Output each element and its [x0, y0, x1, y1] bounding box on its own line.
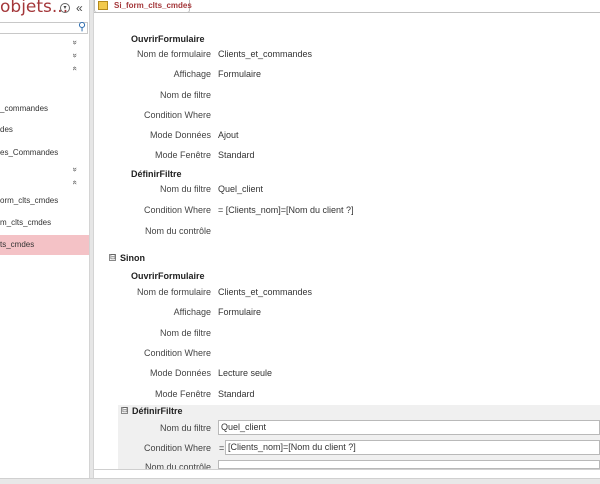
- arg-value[interactable]: Formulaire: [218, 307, 261, 317]
- collapse-group-icon[interactable]: «: [71, 180, 80, 184]
- access-window: objets... ▾ « ⚲ » » « _commandes des es_…: [0, 0, 600, 484]
- collapse-pane-icon[interactable]: «: [76, 1, 83, 15]
- arg-value[interactable]: Clients_et_commandes: [218, 287, 312, 297]
- arg-label: Mode Données: [149, 130, 211, 140]
- where-condition-field[interactable]: [Clients_nom]=[Nom du client ?]: [225, 440, 600, 455]
- arg-value[interactable]: Ajout: [218, 130, 239, 140]
- equals-sign: =: [219, 443, 225, 453]
- arg-value[interactable]: Quel_client: [218, 184, 263, 194]
- arg-label: Nom du filtre: [159, 184, 211, 194]
- nav-title[interactable]: objets...: [0, 0, 68, 17]
- nav-item-table[interactable]: _commandes: [0, 99, 89, 119]
- arg-label: Nom du contrôle: [144, 226, 211, 236]
- nav-item-macro-selected[interactable]: ts_cmdes: [0, 235, 89, 255]
- arg-value[interactable]: Standard: [218, 389, 255, 399]
- macro-icon: [98, 1, 108, 10]
- status-bar: [0, 478, 600, 484]
- arg-label: Condition Where: [143, 348, 211, 358]
- arg-value[interactable]: Formulaire: [218, 69, 261, 79]
- arg-label: Mode Données: [149, 368, 211, 378]
- navigation-pane: objets... ▾ « ⚲ » » « _commandes des es_…: [0, 0, 89, 484]
- nav-item-query[interactable]: es_Commandes: [0, 143, 89, 163]
- arg-label: Affichage: [173, 69, 211, 79]
- arg-value[interactable]: Standard: [218, 150, 255, 160]
- collapse-icon[interactable]: ⊟: [121, 407, 128, 414]
- collapse-group-icon[interactable]: «: [71, 66, 80, 70]
- tab-divider: [94, 12, 600, 13]
- collapse-icon[interactable]: ⊟: [109, 254, 116, 261]
- nav-item-table[interactable]: des: [0, 120, 89, 140]
- control-name-field[interactable]: [218, 460, 600, 469]
- arg-label: Condition Where: [143, 205, 211, 215]
- arg-label: Condition Where: [143, 110, 211, 120]
- chevron-down-icon[interactable]: ▾: [60, 3, 70, 13]
- nav-header: objets... ▾ «: [0, 0, 89, 18]
- scroll-edge: [94, 469, 600, 470]
- arg-label: Mode Fenêtre: [154, 389, 211, 399]
- arg-label: Nom de filtre: [159, 90, 211, 100]
- action-header[interactable]: OuvrirFormulaire: [131, 271, 205, 281]
- action-header[interactable]: DéfinirFiltre: [132, 406, 183, 416]
- arg-label: Nom du filtre: [159, 423, 211, 433]
- search-input[interactable]: ⚲: [0, 20, 88, 34]
- nav-item-form[interactable]: m_clts_cmdes: [0, 213, 89, 233]
- arg-label: Nom du contrôle: [144, 462, 211, 469]
- action-header[interactable]: OuvrirFormulaire: [131, 34, 205, 44]
- arg-label: Mode Fenêtre: [154, 150, 211, 160]
- arg-label: Affichage: [173, 307, 211, 317]
- search-icon[interactable]: ⚲: [78, 20, 86, 33]
- arg-label: Nom de formulaire: [136, 49, 211, 59]
- else-header[interactable]: Sinon: [120, 253, 145, 263]
- filter-name-field[interactable]: Quel_client: [218, 420, 600, 435]
- arg-value[interactable]: Clients_et_commandes: [218, 49, 312, 59]
- arg-label: Nom de formulaire: [136, 287, 211, 297]
- expand-group-icon[interactable]: »: [71, 167, 80, 171]
- tab-label: Si_form_clts_cmdes: [114, 1, 192, 10]
- nav-item-form[interactable]: orm_clts_cmdes: [0, 191, 89, 211]
- action-header[interactable]: DéfinirFiltre: [131, 169, 182, 179]
- arg-label: Condition Where: [143, 443, 211, 453]
- expand-group-icon[interactable]: »: [71, 53, 80, 57]
- expand-group-icon[interactable]: »: [71, 40, 80, 44]
- arg-value[interactable]: Lecture seule: [218, 368, 272, 378]
- arg-value[interactable]: = [Clients_nom]=[Nom du client ?]: [218, 205, 354, 215]
- arg-label: Nom de filtre: [159, 328, 211, 338]
